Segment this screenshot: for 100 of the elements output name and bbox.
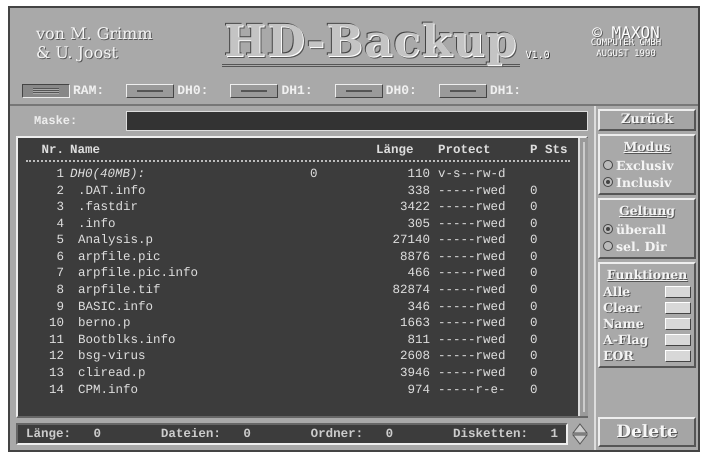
protect-flags: -----rwed: [437, 199, 507, 216]
file-row[interactable]: 5 Analysis.p 27140 -----rwed 0: [26, 232, 570, 249]
file-row[interactable]: 11 Bootblks.info 811 -----rwed 0: [26, 332, 570, 349]
file-row[interactable]: 12 bsg-virus 2608 -----rwed 0: [26, 348, 570, 366]
radio-icon[interactable]: [603, 177, 613, 188]
column-header: P Sts: [530, 142, 569, 159]
file-name: CPM.info: [77, 382, 140, 399]
status-text: 0: [530, 382, 539, 399]
function-label: A-Flag: [603, 332, 648, 348]
file-length: 466: [406, 265, 430, 282]
protect-flags: -----rwed: [437, 248, 507, 266]
file-name: arpfile.tif: [77, 282, 162, 300]
scrollbar-track[interactable]: [578, 138, 588, 416]
status-text: 0: [530, 248, 539, 266]
file-name: Bootblks.info: [77, 332, 177, 349]
file-row[interactable]: 2 .DAT.info 338 -----rwed 0: [26, 182, 570, 200]
row-number: 7: [55, 265, 65, 282]
radio-icon[interactable]: [603, 241, 613, 251]
protect-flags: -----rwed: [437, 348, 507, 366]
file-length: 305: [406, 216, 430, 233]
radio-icon[interactable]: [603, 224, 613, 234]
file-row[interactable]: 4 .info 305 -----rwed 0: [26, 216, 570, 232]
version-label: V1.0: [526, 48, 550, 62]
file-length: 338: [406, 182, 430, 200]
status-text: 0: [530, 232, 539, 250]
file-name: cliread.p: [77, 365, 147, 382]
protect-flags: -----rwed: [437, 298, 507, 316]
protect-flags: -----r-e-: [437, 382, 507, 399]
protect-flags: -----rwed: [437, 232, 507, 250]
status-text: 0: [530, 348, 539, 366]
file-row[interactable]: 6 arpfile.pic 8876 -----rwed 0: [26, 248, 570, 266]
group-title: Modus: [622, 138, 672, 156]
function-label: Alle: [603, 284, 630, 300]
file-row[interactable]: 10 berno.p 1663 -----rwed 0: [26, 315, 570, 332]
protect-flags: -----rwed: [437, 182, 507, 200]
drive-label: DH0:: [177, 82, 208, 100]
file-row[interactable]: 8 arpfile.tif 82874 -----rwed 0: [26, 282, 570, 299]
status-text: 0: [530, 315, 539, 332]
scroll-arrows-icon[interactable]: [572, 423, 588, 445]
file-name: arpfile.pic.info: [77, 265, 200, 282]
file-name: bsg-virus: [77, 348, 147, 366]
function-button[interactable]: [665, 318, 691, 330]
row-number: 12: [48, 348, 65, 366]
row-number: 8: [55, 282, 65, 300]
file-length: 2608: [398, 348, 430, 366]
file-length: 110: [406, 166, 430, 183]
row-number: 6: [55, 248, 65, 266]
status-text: 0: [530, 365, 539, 382]
summary-text: Disketten: 1: [452, 426, 558, 443]
app-logo-title: HD-Backup: [222, 20, 520, 66]
file-row[interactable]: 13 cliread.p 3946 -----rwed 0: [26, 365, 570, 382]
file-name: arpfile.pic: [77, 248, 162, 266]
function-button[interactable]: [665, 350, 691, 362]
file-length: 346: [406, 298, 430, 316]
column-header: Name: [70, 142, 102, 159]
publisher-text: AUGUST 1990: [595, 48, 657, 60]
scrollbar-thumb[interactable]: [583, 142, 585, 412]
file-row[interactable]: 14 CPM.info 974 -----r-e- 0: [26, 382, 570, 398]
file-length: 3946: [398, 365, 430, 382]
status-text: 0: [530, 265, 539, 282]
file-name: DH0(40MB):: [70, 166, 146, 183]
drive-button[interactable]: [22, 84, 70, 98]
status-text: 0: [530, 298, 539, 316]
function-button[interactable]: [665, 334, 691, 346]
file-name: berno.p: [77, 315, 132, 332]
file-name: .DAT.info: [77, 182, 147, 200]
row-number: 11: [48, 332, 65, 349]
file-row[interactable]: 9 BASIC.info 346 -----rwed 0: [26, 298, 570, 316]
credit-text: von M. Grimm: [36, 24, 154, 43]
function-label: EOR: [603, 348, 634, 364]
row-number: 14: [48, 382, 65, 399]
file-row[interactable]: 1 DH0(40MB): 0 110 v-s--rw-d: [26, 166, 570, 183]
group-title: Funktionen: [606, 266, 688, 284]
protect-flags: -----rwed: [437, 315, 507, 332]
row-number: 13: [48, 365, 65, 382]
function-button[interactable]: [665, 286, 691, 298]
marker-text: 0: [310, 166, 319, 183]
status-text: 0: [530, 199, 539, 216]
file-length: 3422: [398, 199, 430, 216]
radio-icon[interactable]: [603, 160, 613, 170]
credit-text: & U. Joost: [36, 43, 119, 62]
mask-input-field[interactable]: [126, 111, 588, 131]
file-row[interactable]: 3 .fastdir 3422 -----rwed 0: [26, 199, 570, 216]
file-row[interactable]: 7 arpfile.pic.info 466 -----rwed 0: [26, 266, 570, 282]
publisher-text: © MAXON: [592, 26, 660, 38]
row-number: 4: [55, 216, 65, 233]
file-length: 82874: [391, 282, 430, 300]
status-text: 0: [530, 182, 539, 200]
function-label: Name: [603, 316, 644, 332]
drive-label: DH0:: [386, 82, 417, 100]
status-text: 0: [530, 332, 539, 349]
column-header: Protect: [437, 142, 492, 159]
summary-text: Ordner: 0: [310, 426, 394, 443]
protect-flags: -----rwed: [437, 216, 507, 233]
status-text: 0: [530, 282, 539, 300]
function-button[interactable]: [665, 302, 691, 314]
drive-label: RAM:: [73, 82, 104, 100]
mask-label: Maske:: [33, 113, 78, 130]
file-name: BASIC.info: [77, 298, 154, 316]
drive-label: DH1:: [490, 82, 522, 100]
